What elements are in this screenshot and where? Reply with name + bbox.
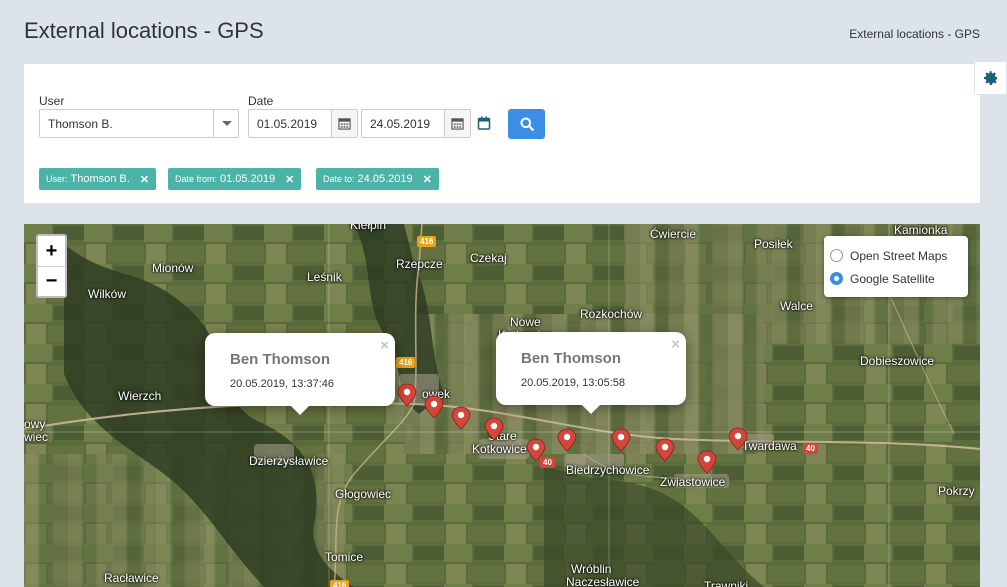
date-to-value: 24.05.2019: [370, 117, 431, 131]
date-from-input[interactable]: 01.05.2019: [248, 109, 358, 138]
map-view[interactable]: Kiełpin Rzepcze Czekaj Ćwiercie Posiłek …: [24, 224, 980, 587]
filter-tag-user: User: Thomson B. ✕: [39, 168, 157, 190]
tag-key: Date to:: [323, 174, 355, 184]
marker-popup: × Ben Thomson 20.05.2019, 13:05:58: [496, 332, 686, 414]
map-marker-icon: [655, 438, 675, 462]
tag-value: Thomson B.: [70, 173, 130, 185]
map-marker-icon: [484, 417, 504, 441]
tag-key: User:: [46, 174, 68, 184]
tag-key: Date from:: [175, 174, 218, 184]
calendar-icon[interactable]: [331, 110, 357, 137]
calendar-range-icon[interactable]: [477, 116, 491, 130]
map-marker-icon: [611, 428, 631, 452]
zoom-in-button[interactable]: +: [38, 236, 65, 266]
layer-option-label: Open Street Maps: [850, 248, 948, 263]
map-marker-icon: [397, 383, 417, 407]
filter-tag-date-to: Date to: 24.05.2019 ✕: [316, 168, 439, 190]
tag-value: 24.05.2019: [357, 173, 413, 185]
close-icon[interactable]: ×: [380, 337, 389, 354]
user-label: User: [39, 94, 65, 108]
map-marker-icon: [697, 450, 717, 474]
map-marker-icon: [557, 428, 577, 452]
tag-value: 01.05.2019: [220, 173, 276, 185]
close-icon[interactable]: ✕: [285, 173, 294, 186]
layer-switcher: Open Street Maps Google Satellite: [824, 236, 968, 297]
map-marker-icon: [424, 395, 444, 419]
radio-button[interactable]: [830, 272, 843, 285]
calendar-icon[interactable]: [444, 110, 470, 137]
layer-option-osm[interactable]: Open Street Maps: [830, 244, 962, 267]
layer-option-satellite[interactable]: Google Satellite: [830, 267, 962, 290]
radio-button[interactable]: [830, 249, 843, 262]
map-marker-icon: [451, 406, 471, 430]
date-label: Date: [248, 94, 274, 108]
popup-user-name: Ben Thomson: [230, 351, 330, 368]
page-title: External locations - GPS: [24, 18, 264, 43]
marker-popup: × Ben Thomson 20.05.2019, 13:37:46: [205, 333, 395, 415]
close-icon[interactable]: ✕: [140, 173, 149, 186]
zoom-out-button[interactable]: −: [38, 266, 65, 296]
zoom-control: + −: [36, 234, 67, 298]
chevron-down-icon[interactable]: [213, 110, 238, 137]
close-icon[interactable]: ✕: [423, 173, 432, 186]
popup-timestamp: 20.05.2019, 13:05:58: [521, 377, 625, 389]
close-icon[interactable]: ×: [671, 336, 680, 353]
popup-user-name: Ben Thomson: [521, 350, 621, 367]
user-select[interactable]: Thomson B.: [39, 109, 239, 138]
search-button[interactable]: [508, 109, 545, 139]
search-icon: [520, 117, 534, 131]
gear-icon: [983, 71, 997, 85]
filter-panel: User Thomson B. Date 01.05.2019 24.05.20…: [24, 64, 980, 203]
breadcrumb[interactable]: External locations - GPS: [849, 27, 980, 41]
map-marker-icon: [526, 438, 546, 462]
date-to-input[interactable]: 24.05.2019: [361, 109, 471, 138]
map-marker-icon: [728, 427, 748, 451]
layer-option-label: Google Satellite: [850, 271, 935, 286]
date-from-value: 01.05.2019: [257, 117, 318, 131]
popup-timestamp: 20.05.2019, 13:37:46: [230, 378, 334, 390]
filter-tag-date-from: Date from: 01.05.2019 ✕: [168, 168, 302, 190]
user-select-value: Thomson B.: [48, 117, 113, 131]
settings-button[interactable]: [974, 61, 1007, 95]
